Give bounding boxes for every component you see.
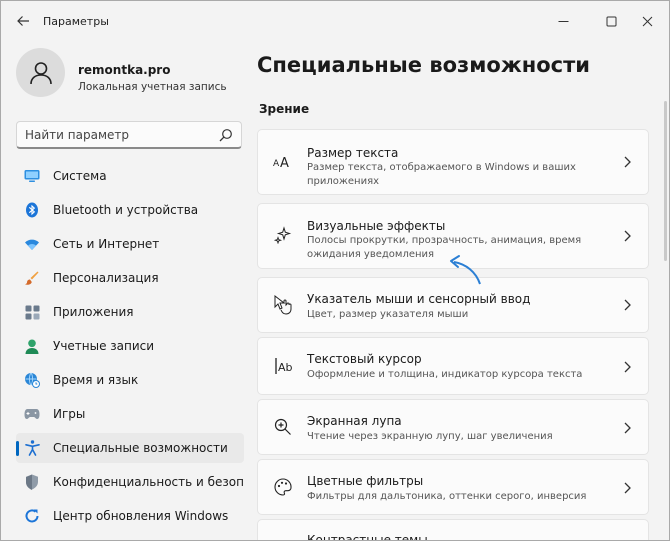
sidebar-item-label: Время и язык [53,373,139,387]
profile-name: remontka.pro [78,63,171,77]
wifi-icon [24,236,40,252]
chevron-right-icon [624,422,631,434]
globe-clock-icon [24,372,40,388]
sidebar-item-privacy[interactable]: Конфиденциальность и безопас [16,467,244,497]
card-description: Размер текста, отображаемого в Windows и… [307,162,576,187]
apps-icon [24,304,40,320]
card-contrast-themes[interactable]: Контрастные темы [257,519,649,541]
svg-text:Ab: Ab [278,361,292,374]
card-title: Экранная лупа [307,414,402,428]
sidebar-item-windows-update[interactable]: Центр обновления Windows [16,501,244,531]
user-avatar-icon [29,61,52,84]
chevron-right-icon [624,361,631,373]
sidebar-item-label: Сеть и Интернет [53,237,160,251]
card-title: Визуальные эффекты [307,219,446,233]
chevron-right-icon [624,482,631,494]
pointer-hand-icon [272,294,294,316]
search-input[interactable] [25,126,210,144]
sidebar-item-label: Bluetooth и устройства [53,203,199,217]
user-icon [24,338,40,354]
text-size-icon: AA [272,150,294,172]
text-cursor-icon: Ab [272,355,294,377]
card-description: Чтение через экранную лупу, шаг увеличен… [307,431,553,442]
sidebar-item-label: Персонализация [53,271,159,285]
sidebar-item-label: Система [53,169,107,183]
chevron-right-icon [624,299,631,311]
sidebar-item-bluetooth[interactable]: Bluetooth и устройства [16,195,244,225]
svg-text:A: A [280,156,289,168]
sparkle-icon [272,224,294,246]
sidebar-item-label: Конфиденциальность и безопас [53,475,243,489]
search-box[interactable] [16,121,242,149]
avatar[interactable] [16,48,65,97]
card-title: Цветные фильтры [307,474,424,488]
gamepad-icon [24,406,40,422]
scrollbar[interactable] [664,101,667,261]
window-title: Параметры [43,15,109,28]
card-description: Цвет, размер указателя мыши [307,309,469,320]
sidebar-item-apps[interactable]: Приложения [16,297,244,327]
palette-icon [272,476,294,498]
sidebar-item-gaming[interactable]: Игры [16,399,244,429]
card-color-filters[interactable]: Цветные фильтры Фильтры для дальтоника, … [257,459,649,515]
update-icon [24,508,40,524]
bluetooth-icon [24,202,40,218]
sidebar-item-accessibility[interactable]: Специальные возможности [16,433,244,463]
accessibility-icon [24,440,40,456]
chevron-right-icon [624,230,631,242]
chevron-right-icon [624,156,631,168]
sidebar-item-accounts[interactable]: Учетные записи [16,331,244,361]
sidebar-item-label: Специальные возможности [53,441,228,455]
sidebar-item-label: Игры [53,407,86,421]
sidebar-item-personalization[interactable]: Персонализация [16,263,244,293]
sidebar-item-system[interactable]: Система [16,161,244,191]
card-description: Оформление и толщина, индикатор курсора … [307,369,583,380]
minimize-button[interactable] [541,7,585,35]
magnifier-icon [272,416,294,438]
minimize-icon [558,20,568,22]
title-bar: Параметры [1,1,669,41]
monitor-icon [24,168,40,184]
settings-window: Параметры remontka.pro Локальная учетная… [0,0,670,541]
search-icon[interactable] [219,128,233,142]
card-title: Контрастные темы [307,533,428,541]
card-title: Указатель мыши и сенсорный ввод [307,292,531,306]
close-button[interactable] [625,7,669,35]
back-button[interactable] [13,11,33,31]
svg-text:A: A [273,159,280,168]
shield-icon [24,474,40,490]
close-icon [642,16,652,26]
arrow-left-icon [17,16,29,26]
card-magnifier[interactable]: Экранная лупа Чтение через экранную лупу… [257,399,649,455]
card-description: Фильтры для дальтоника, оттенки серого, … [307,491,587,502]
annotation-arrow-icon [450,255,481,285]
card-text-cursor[interactable]: Ab Текстовый курсор Оформление и толщина… [257,337,649,395]
profile-account-type: Локальная учетная запись [78,81,227,93]
section-title-vision: Зрение [259,102,310,116]
sidebar-item-label: Учетные записи [53,339,155,353]
card-title: Текстовый курсор [307,352,422,366]
page-title: Специальные возможности [257,53,591,77]
maximize-icon [606,16,616,26]
sidebar-item-network[interactable]: Сеть и Интернет [16,229,244,259]
brush-icon [24,270,40,286]
card-title: Размер текста [307,146,399,160]
sidebar-item-label: Центр обновления Windows [53,509,229,523]
sidebar-item-label: Приложения [53,305,134,319]
card-text-size[interactable]: AA Размер текста Размер текста, отобража… [257,129,649,195]
sidebar-item-time-language[interactable]: Время и язык [16,365,244,395]
sidebar-nav: Система Bluetooth и устройства Сеть и Ин… [16,161,244,535]
